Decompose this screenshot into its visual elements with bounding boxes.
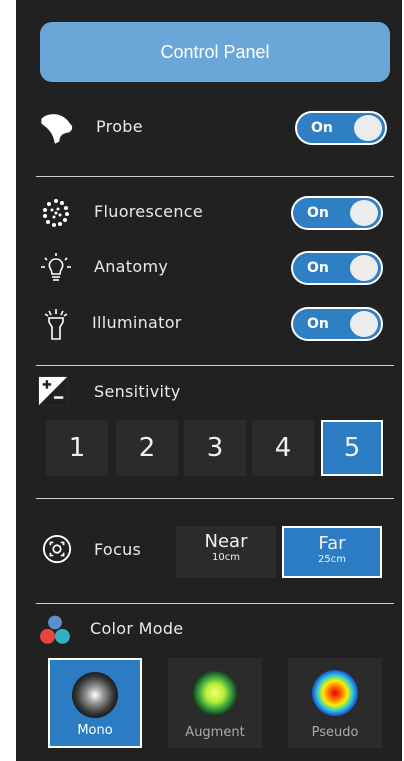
control-panel: Control Panel Probe On Fluorescence On A… [16,0,402,761]
illuminator-toggle[interactable]: On [291,307,383,341]
divider [36,498,394,499]
focus-far-label: Far [318,533,346,554]
focus-near-label: Near [204,531,248,552]
fluorescence-label: Fluorescence [94,202,204,221]
mono-preview-icon [72,672,118,718]
divider [36,365,394,366]
fluorescence-toggle-label: On [307,205,329,221]
probe-toggle[interactable]: On [295,111,387,145]
illuminator-toggle-label: On [307,316,329,332]
probe-row: Probe On [16,108,402,148]
sensitivity-option-5[interactable]: 5 [321,420,383,476]
anatomy-label: Anatomy [94,257,169,276]
focus-camera-icon [42,534,72,564]
probe-toggle-label: On [311,120,333,136]
illuminator-row: Illuminator On [16,304,402,344]
exposure-plus-minus-icon [38,376,68,406]
toggle-knob [350,200,378,226]
flashlight-icon [44,309,68,340]
color-mode-icon [40,615,70,644]
sensitivity-option-1[interactable]: 1 [46,420,108,476]
anatomy-row: Anatomy On [16,248,402,288]
anatomy-toggle-label: On [307,260,329,276]
color-mode-mono-card[interactable]: Mono [48,658,142,748]
sensitivity-option-3[interactable]: 3 [184,420,246,476]
pseudo-preview-icon [312,670,358,716]
color-mode-mono-label: Mono [77,723,113,738]
toggle-knob [354,115,382,141]
color-mode-augment-label: Augment [185,725,245,740]
control-panel-header-button[interactable]: Control Panel [40,22,390,82]
lightbulb-icon [41,253,71,281]
header-title: Control Panel [160,41,270,62]
toggle-knob [350,311,378,337]
illuminator-label: Illuminator [92,313,182,332]
focus-label: Focus [94,540,142,559]
divider [36,603,394,604]
augment-preview-icon [192,670,238,716]
focus-near-distance: 10cm [212,552,240,563]
sensitivity-option-4[interactable]: 4 [252,420,314,476]
fluorescence-dots-icon [43,199,69,227]
divider [36,176,394,177]
sensitivity-row: Sensitivity [16,373,402,413]
color-mode-pseudo-label: Pseudo [311,725,359,740]
probe-label: Probe [96,117,143,136]
color-mode-augment-card[interactable]: Augment [168,658,262,748]
color-mode-pseudo-card[interactable]: Pseudo [288,658,382,748]
focus-far-button[interactable]: Far 25cm [282,526,382,578]
probe-icon [41,114,73,144]
sensitivity-label: Sensitivity [94,382,181,401]
sensitivity-option-2[interactable]: 2 [116,420,178,476]
focus-near-button[interactable]: Near 10cm [176,526,276,578]
fluorescence-toggle[interactable]: On [291,196,383,230]
anatomy-toggle[interactable]: On [291,251,383,285]
color-mode-label: Color Mode [90,619,184,638]
color-mode-row: Color Mode [16,610,402,650]
fluorescence-row: Fluorescence On [16,193,402,233]
focus-far-distance: 25cm [318,554,346,565]
toggle-knob [350,255,378,281]
